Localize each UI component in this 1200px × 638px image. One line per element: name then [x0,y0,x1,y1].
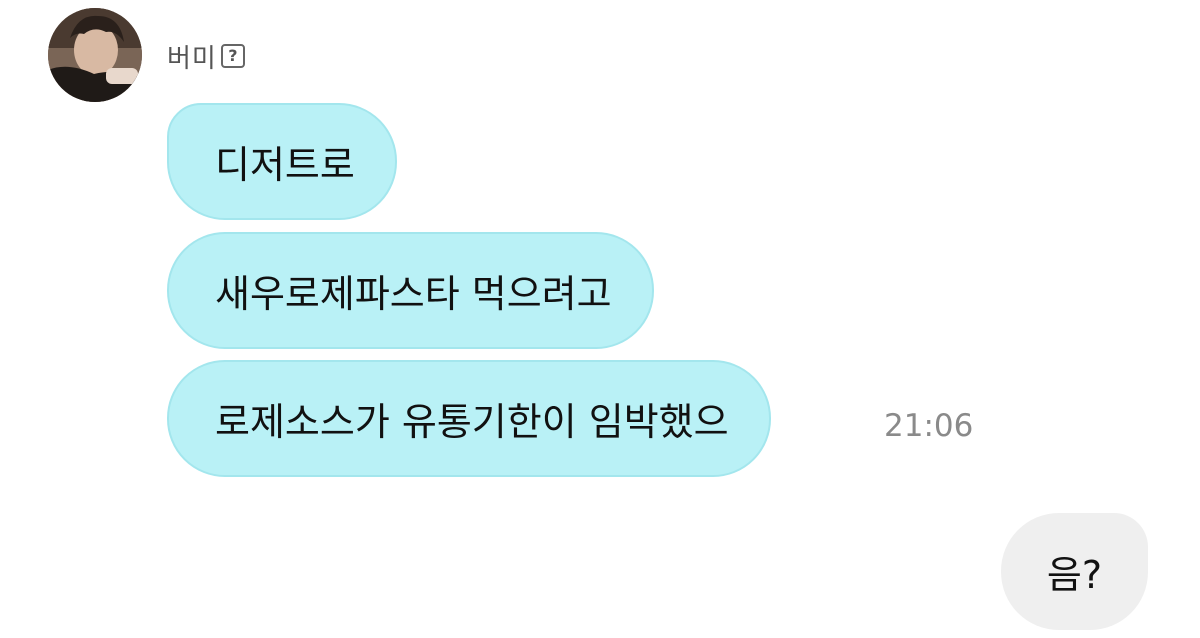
message-text: 로제소스가 유통기한이 임박했으 [215,400,729,444]
incoming-message-bubble[interactable]: 새우로제파스타 먹으려고 [167,232,654,349]
sender-avatar[interactable] [48,8,142,102]
sender-name[interactable]: 버미 [167,38,217,75]
incoming-message-bubble[interactable]: 디저트로 [167,103,397,220]
profile-photo-icon [48,8,142,102]
outgoing-message-bubble[interactable]: 음? [1000,513,1148,630]
message-text: 새우로제파스타 먹으려고 [215,272,612,316]
message-text: 음? [1046,553,1102,597]
incoming-message-bubble[interactable]: 로제소스가 유통기한이 임박했으 [167,360,771,477]
sender-header: 버미 ? [167,38,245,74]
message-timestamp: 21:06 [884,408,974,444]
message-text: 디저트로 [215,143,355,187]
question-badge-icon: ? [220,44,245,68]
